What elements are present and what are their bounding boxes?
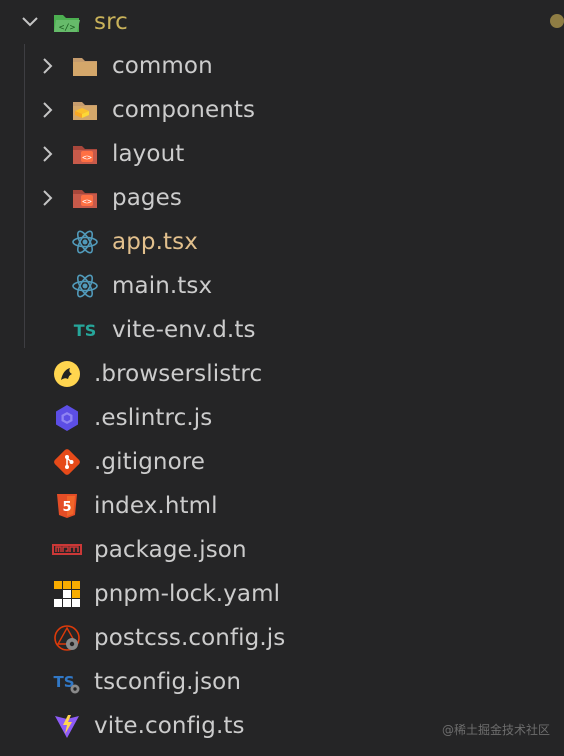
tree-item-pages[interactable]: <> pages [0,176,564,220]
tree-item-common[interactable]: common [0,44,564,88]
chevron-down-icon[interactable] [18,10,42,34]
folder-icon [70,51,100,81]
tree-item-label: common [112,53,213,79]
tree-item-label: package.json [94,537,247,563]
svg-text:<>: <> [82,153,92,162]
tree-item-package-json[interactable]: package.json [0,528,564,572]
tree-item-index-html[interactable]: 5 index.html [0,484,564,528]
pnpm-icon [52,579,82,609]
typescript-icon: TS [70,315,100,345]
eslint-icon [52,403,82,433]
tree-item-browserslistrc[interactable]: .browserslistrc [0,352,564,396]
tree-item-tsconfig-json[interactable]: TS tsconfig.json [0,660,564,704]
react-icon [70,271,100,301]
tree-item-label: vite-env.d.ts [112,317,256,343]
tree-item-label: layout [112,141,185,167]
folder-pages-icon: <> [70,183,100,213]
tree-item-main-tsx[interactable]: main.tsx [0,264,564,308]
tree-item-label: main.tsx [112,273,213,299]
folder-layout-icon: <> [70,139,100,169]
svg-text:5: 5 [62,500,71,515]
svg-text:</>: </> [59,23,76,33]
folder-src-open-icon: </> [52,7,82,37]
tree-item-label: pnpm-lock.yaml [94,581,281,607]
tree-item-label: vite.config.ts [94,713,245,739]
tree-item-eslintrc-js[interactable]: .eslintrc.js [0,396,564,440]
folder-components-icon [70,95,100,125]
svg-text:<>: <> [82,197,92,206]
chevron-right-icon[interactable] [36,142,60,166]
tree-item-vite-env-d-ts[interactable]: TS vite-env.d.ts [0,308,564,352]
tree-item-label: index.html [94,493,218,519]
tsconfig-icon: TS [52,667,82,697]
tree-item-label: app.tsx [112,229,198,255]
tree-item-label: components [112,97,256,123]
npm-icon [52,535,82,565]
watermark: @稀土掘金技术社区 [441,723,550,737]
browserslist-icon [52,359,82,389]
tree-item-pnpm-lock-yaml[interactable]: pnpm-lock.yaml [0,572,564,616]
vite-icon [52,711,82,741]
modified-dot-indicator [550,14,564,28]
chevron-right-icon[interactable] [36,98,60,122]
tree-item-label: tsconfig.json [94,669,242,695]
tree-item-label: postcss.config.js [94,625,286,651]
tree-item-label: src [94,9,128,35]
tree-item-app-tsx[interactable]: app.tsx 1 [0,220,564,264]
tree-item-components[interactable]: components [0,88,564,132]
tree-item-label: .browserslistrc [94,361,263,387]
tree-item-gitignore[interactable]: .gitignore [0,440,564,484]
no-chevron [36,274,60,298]
git-icon [52,447,82,477]
html5-icon: 5 [52,491,82,521]
postcss-icon [52,623,82,653]
svg-text:TS: TS [74,321,96,340]
no-chevron [36,230,60,254]
chevron-right-icon[interactable] [36,54,60,78]
tree-item-layout[interactable]: <> layout [0,132,564,176]
tree-item-label: .eslintrc.js [94,405,213,431]
no-chevron [36,318,60,342]
tree-item-src[interactable]: </> src [0,0,564,44]
react-icon [70,227,100,257]
tree-item-postcss-config-js[interactable]: postcss.config.js [0,616,564,660]
chevron-right-icon[interactable] [36,186,60,210]
tree-item-label: .gitignore [94,449,206,475]
tree-item-label: pages [112,185,182,211]
